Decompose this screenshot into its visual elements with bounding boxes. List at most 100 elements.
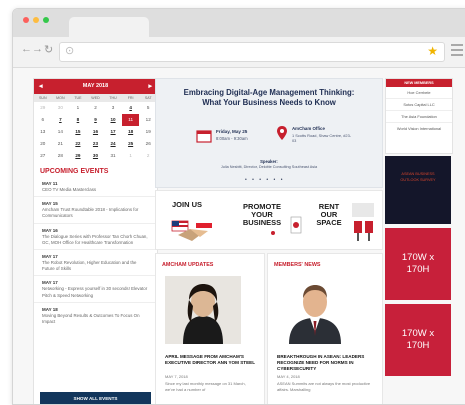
banner-time: 8:00am - 9:30am [216, 136, 248, 141]
survey-feature-text: ASEAN BUSINESS OUTLOOK SURVEY [400, 172, 436, 182]
news-title[interactable]: APRIL MESSAGE FROM AMCHAM'S EXECUTIVE DI… [165, 354, 257, 366]
bookmark-star-icon[interactable]: ★ [427, 44, 438, 58]
calendar-day[interactable]: 18 [122, 126, 140, 138]
event-title[interactable]: The Dialogue Series with Professor Tan C… [42, 234, 149, 246]
page-info-icon: ⊙ [65, 45, 75, 57]
banner-title-line2: What Your Business Needs to Know [202, 98, 336, 107]
survey-feature-tile[interactable]: ASEAN BUSINESS OUTLOOK SURVEY [385, 156, 451, 224]
weekday-label: TUE [74, 96, 82, 100]
reload-icon[interactable]: ↻ [44, 43, 53, 56]
calendar-day[interactable]: 31 [104, 150, 122, 162]
member-item[interactable]: World Vision International [386, 123, 452, 134]
event-item[interactable]: MAY 15 Amcham Trust Roundtable 2018 - Im… [34, 197, 157, 224]
web-page: ◂ MAY 2018 ▸ SUN MON TUE WED THU FRI SAT… [13, 68, 465, 404]
event-item[interactable]: MAY 18 Moving Beyond Results & Outcomes … [34, 303, 157, 328]
members-news-card[interactable]: MEMBERS' NEWS BREAKTHROUGH IN ASEAN: LEA… [267, 253, 383, 404]
member-item[interactable]: Hoe Cerrbele [386, 87, 452, 99]
close-window-icon[interactable] [23, 17, 29, 23]
calendar-day[interactable]: 10 [104, 114, 122, 126]
amcham-updates-card[interactable]: AMCHAM UPDATES APRIL MESSAGE FROM AMCHAM… [155, 253, 265, 404]
ad-size-line2: 170H [406, 264, 430, 275]
minimize-window-icon[interactable] [33, 17, 39, 23]
calendar-day[interactable]: 16 [87, 126, 105, 138]
ad-size-line1: 170W x [401, 252, 435, 263]
event-title[interactable]: Moving Beyond Results & Outcomes To Focu… [42, 313, 149, 325]
slide-indicator[interactable]: • • • • • • [245, 177, 284, 183]
events-sidebar: ◂ MAY 2018 ▸ SUN MON TUE WED THU FRI SAT… [33, 78, 158, 404]
weekday-label: MON [56, 96, 65, 100]
ad-size-line1: 170W x [401, 328, 435, 339]
promo-dot [271, 231, 275, 235]
calendar-day[interactable]: 14 [52, 126, 70, 138]
event-item[interactable]: MAY 17 Networking - Express yourself in … [34, 276, 157, 303]
promote-business-promo[interactable]: PROMOTE YOUR BUSINESS [231, 191, 306, 249]
member-item[interactable]: Sotos Capital LLC [386, 99, 452, 111]
calendar-month-label: MAY 2018 [82, 83, 109, 89]
event-date: MAY 17 [42, 254, 58, 260]
calendar-day-selected[interactable]: 11 [121, 114, 140, 126]
calendar-day[interactable]: 27 [34, 150, 52, 162]
calendar-day[interactable]: 13 [34, 126, 52, 138]
event-item[interactable]: MAY 16 The Dialogue Series with Professo… [34, 224, 157, 251]
calendar-day[interactable]: 17 [104, 126, 122, 138]
calendar-day[interactable]: 23 [87, 138, 105, 150]
calendar-day[interactable]: 7 [52, 114, 70, 126]
forward-icon[interactable]: → [32, 43, 43, 55]
calendar-day[interactable]: 2 [87, 102, 105, 114]
browser-window: ← → ↻ ⊙ ★ ◂ MAY 2018 ▸ SUN MON TUE WED T… [12, 8, 465, 405]
calendar-day[interactable]: 30 [87, 150, 105, 162]
new-members-heading: NEW MEMBERS [386, 79, 452, 87]
back-icon[interactable]: ← [21, 43, 32, 55]
event-item[interactable]: MAY 11 CEO TV Media Masterclass [34, 177, 157, 198]
amcham-updates-heading: AMCHAM UPDATES [162, 262, 214, 268]
ad-placeholder[interactable]: 170W x 170H [385, 228, 451, 300]
event-title[interactable]: Networking - Express yourself in 30 seco… [42, 286, 149, 298]
banner-speaker-label: Speaker: [260, 159, 278, 164]
event-title[interactable]: CEO TV Media Masterclass [42, 187, 149, 193]
news-date: MAY 4, 2018 [277, 374, 300, 379]
browser-toolbar: ← → ↻ ⊙ ★ [13, 37, 465, 68]
browser-tab[interactable] [69, 17, 149, 37]
calendar-day[interactable]: 29 [69, 150, 87, 162]
promote-label-line3: BUSINESS [242, 218, 282, 227]
calendar-day[interactable]: 4 [122, 102, 140, 114]
show-all-events-button[interactable]: SHOW ALL EVENTS [40, 392, 151, 404]
news-title[interactable]: BREAKTHROUGH IN ASEAN: LEADERS RECOGNIZE… [277, 354, 377, 372]
join-us-promo[interactable]: JOIN US [156, 191, 231, 249]
maximize-window-icon[interactable] [43, 17, 49, 23]
handshake-flags-icon [171, 220, 212, 241]
weekday-label: FRI [127, 96, 134, 100]
calendar-day[interactable]: 3 [104, 102, 122, 114]
calendar-day[interactable]: 24 [104, 138, 122, 150]
calendar-day[interactable]: 8 [69, 114, 87, 126]
calendar-day[interactable]: 22 [69, 138, 87, 150]
calendar-day[interactable]: 28 [52, 150, 70, 162]
hero-banner[interactable]: Embracing Digital-Age Management Thinkin… [155, 78, 383, 188]
banner-title-line1: Embracing Digital-Age Management Thinkin… [183, 88, 355, 97]
calendar-day[interactable]: 21 [52, 138, 70, 150]
calendar-day[interactable]: 9 [87, 114, 105, 126]
member-item[interactable]: The Asia Foundation [386, 111, 452, 123]
rent-space-promo[interactable]: RENT OUR SPACE [306, 191, 381, 249]
upcoming-events-heading: UPCOMING EVENTS [40, 168, 109, 175]
calendar-day[interactable]: 6 [34, 114, 52, 126]
event-item[interactable]: MAY 17 The Robot Revolution, Higher Educ… [34, 250, 157, 277]
event-title[interactable]: Amcham Trust Roundtable 2018 - Implicati… [42, 207, 149, 219]
calendar-header: ◂ MAY 2018 ▸ [34, 79, 157, 94]
calendar-day[interactable]: 20 [34, 138, 52, 150]
weekday-label: THU [109, 96, 117, 100]
news-excerpt: ASEAN Summits are not always the most pr… [277, 381, 371, 392]
calendar-day[interactable]: 15 [69, 126, 87, 138]
address-bar[interactable]: ⊙ ★ [59, 42, 445, 62]
event-title[interactable]: The Robot Revolution, Higher Education a… [42, 260, 149, 272]
promo-row: JOIN US PROMOTE YOUR BUSINESS RENT OUR S… [155, 190, 383, 250]
calendar-day[interactable]: 25 [122, 138, 140, 150]
menu-icon[interactable] [451, 44, 463, 59]
megaphone-icon [290, 216, 302, 234]
new-members-box: NEW MEMBERS Hoe Cerrbele Sotos Capital L… [385, 78, 453, 154]
prev-month-icon[interactable]: ◂ [39, 79, 43, 94]
calendar-day[interactable]: 1 [69, 102, 87, 114]
ad-placeholder[interactable]: 170W x 170H [385, 304, 451, 376]
next-month-icon[interactable]: ▸ [148, 79, 152, 94]
banner-date: Friday, May 25 [216, 129, 248, 134]
